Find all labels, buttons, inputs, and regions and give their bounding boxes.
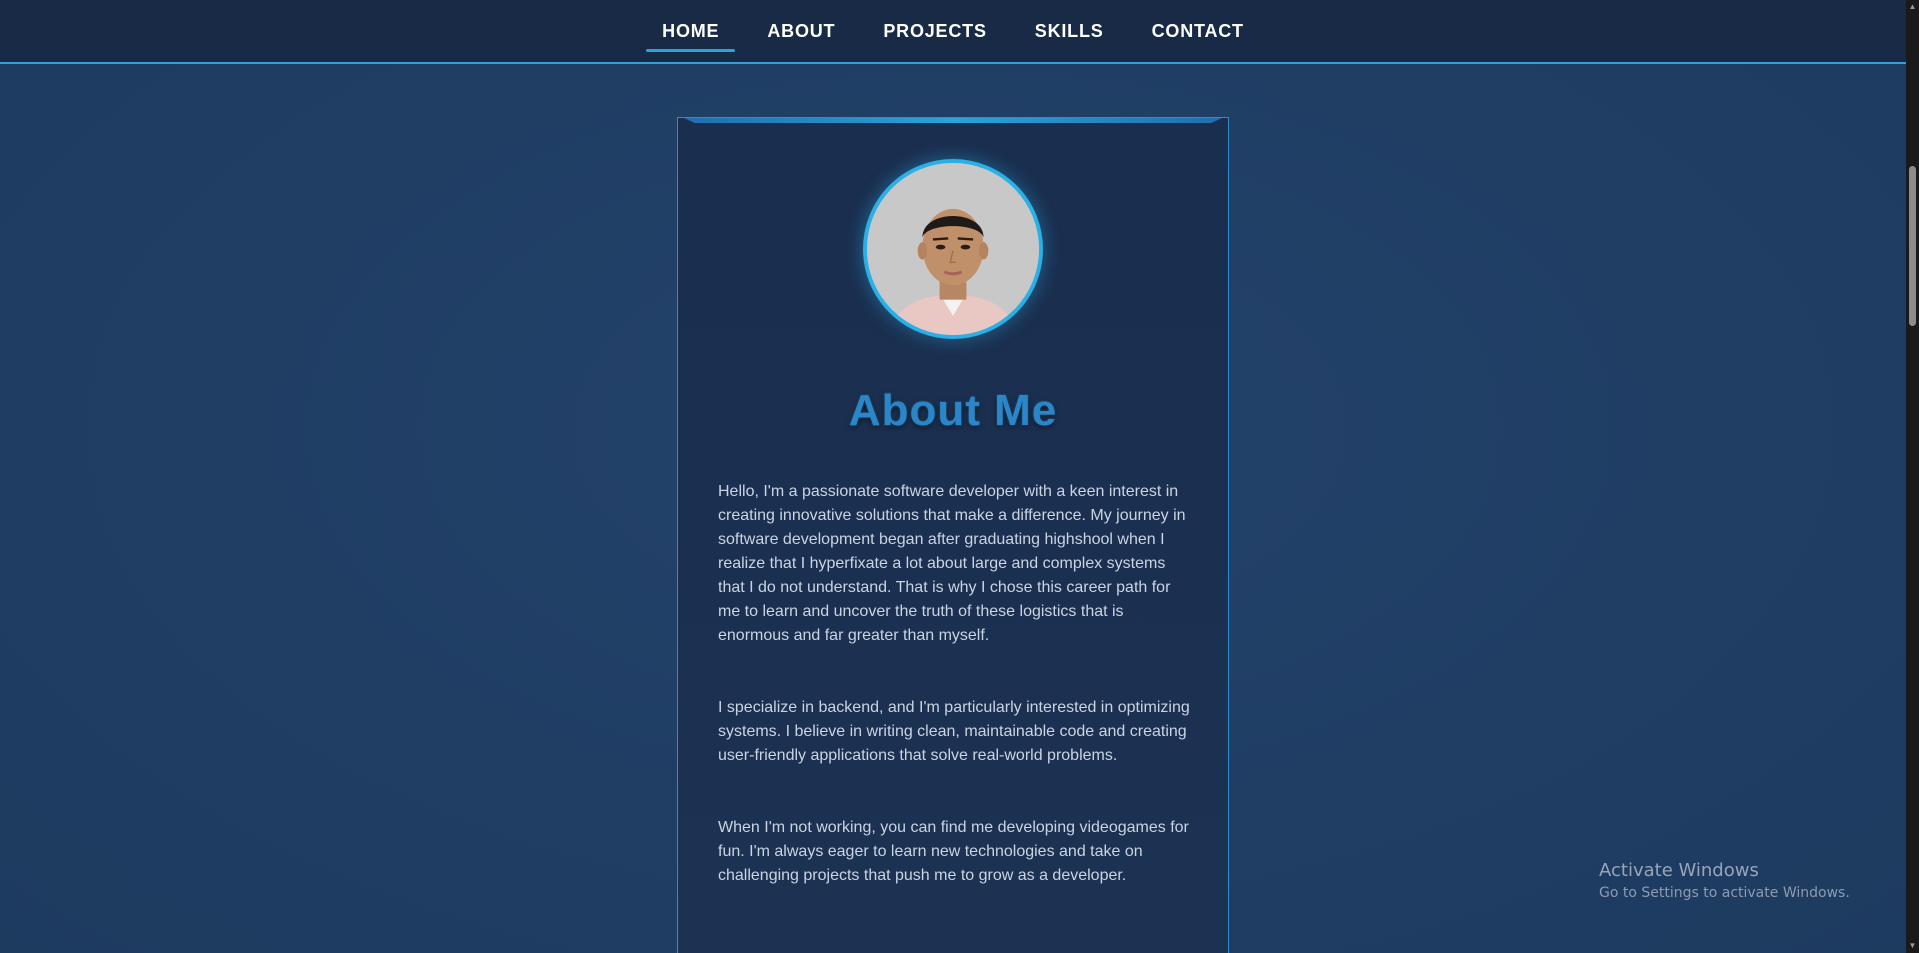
nav-about[interactable]: ABOUT [751,0,851,54]
about-paragraph-1: Hello, I'm a passionate software develop… [718,483,1186,644]
page-scrollbar[interactable]: ▲ ▼ [1906,0,1919,953]
scroll-thumb[interactable] [1909,166,1916,326]
card-accent-bar [684,118,1222,123]
nav-projects[interactable]: PROJECTS [867,0,1002,54]
about-paragraph-3: When I'm not working, you can find me de… [718,819,1189,884]
nav-home[interactable]: HOME [646,0,736,54]
nav-skills[interactable]: SKILLS [1019,0,1120,54]
profile-photo-icon [867,163,1039,335]
top-navbar: HOME ABOUT PROJECTS SKILLS CONTACT [0,0,1906,64]
watermark-title: Activate Windows [1599,860,1759,881]
about-paragraph-2: I specialize in backend, and I'm particu… [718,699,1190,764]
about-title: About Me [848,386,1058,435]
about-paragraphs: Hello, I'm a passionate software develop… [718,480,1193,936]
scroll-up-arrow-icon[interactable]: ▲ [1906,0,1919,14]
profile-avatar [863,159,1043,339]
watermark-subtitle: Go to Settings to activate Windows. [1599,885,1850,901]
nav-contact[interactable]: CONTACT [1136,0,1260,54]
about-card: About Me Hello, I'm a passionate softwar… [677,117,1229,953]
windows-activation-watermark: Activate Windows Go to Settings to activ… [1599,860,1850,901]
scroll-down-arrow-icon[interactable]: ▼ [1906,939,1919,953]
nav-list: HOME ABOUT PROJECTS SKILLS CONTACT [638,0,1268,54]
